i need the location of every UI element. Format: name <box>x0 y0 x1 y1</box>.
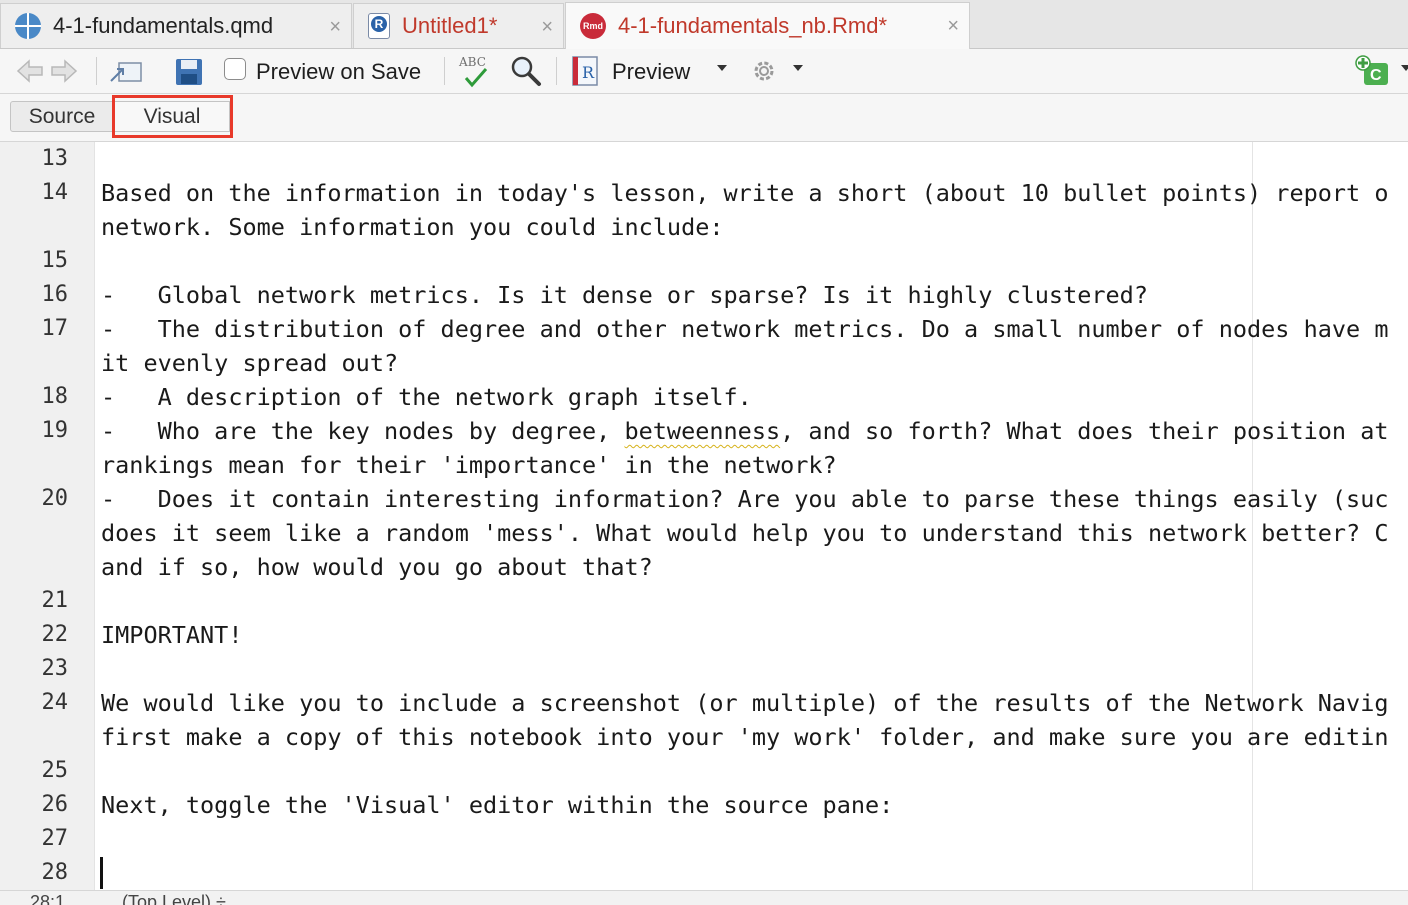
scope-navigator[interactable]: (Top Level) ÷ <box>122 893 226 905</box>
preview-on-save-label[interactable]: Preview on Save <box>256 59 421 85</box>
code-line[interactable]: - A description of the network graph its… <box>101 380 752 414</box>
show-in-window-button[interactable] <box>108 55 144 87</box>
close-icon[interactable]: × <box>541 16 553 39</box>
editor-tab-bar: 4-1-fundamentals.qmd × R Untitled1* × Rm… <box>0 0 1408 49</box>
tab-label: 4-1-fundamentals_nb.Rmd* <box>618 13 888 38</box>
line-number: 25 <box>41 758 69 783</box>
preview-button[interactable]: Preview <box>612 59 690 85</box>
line-number: 22 <box>41 622 69 647</box>
visual-highlight-annotation <box>112 95 233 138</box>
insert-chunk-dropdown-chevron-icon[interactable] <box>1401 65 1408 71</box>
line-number <box>0 550 68 584</box>
settings-dropdown-chevron-icon[interactable] <box>793 65 803 71</box>
line-number <box>0 516 68 550</box>
line-number: 17 <box>41 316 69 341</box>
arrow-right-icon <box>51 59 78 83</box>
tab-label: 4-1-fundamentals.qmd <box>53 13 274 38</box>
editor-mode-bar: Source Visual <box>0 94 1408 142</box>
line-number: 18 <box>41 384 69 409</box>
line-number: 23 <box>41 656 69 681</box>
code-line[interactable]: We would like you to include a screensho… <box>101 686 1389 720</box>
line-number: 16 <box>41 282 69 307</box>
line-number: 28 <box>41 860 69 885</box>
code-line[interactable]: rankings mean for their 'importance' in … <box>101 448 837 482</box>
arrow-left-icon <box>16 59 43 83</box>
code-line[interactable]: Based on the information in today's less… <box>101 176 1389 210</box>
preview-on-save-checkbox[interactable] <box>224 58 246 80</box>
code-line[interactable]: first make a copy of this notebook into … <box>101 720 1389 754</box>
gear-icon <box>754 61 774 81</box>
line-number <box>0 720 68 754</box>
svg-text:C: C <box>1370 67 1382 84</box>
tab-fundamentals-qmd[interactable]: 4-1-fundamentals.qmd × <box>0 3 352 48</box>
spellcheck-button[interactable]: ABC <box>456 52 496 90</box>
line-number <box>0 346 68 380</box>
save-icon <box>176 59 202 85</box>
code-line[interactable]: does it seem like a random 'mess'. What … <box>101 516 1389 550</box>
tab-label: Untitled1* <box>402 13 498 38</box>
settings-button[interactable] <box>748 55 780 87</box>
source-mode-button[interactable]: Source <box>10 101 114 132</box>
save-button[interactable] <box>172 55 206 89</box>
tab-untitled1[interactable]: R Untitled1* × <box>353 3 564 48</box>
code-line[interactable]: - Does it contain interesting informatio… <box>101 482 1389 516</box>
line-number: 24 <box>41 690 69 715</box>
svg-text:R: R <box>582 63 595 82</box>
rmarkdown-icon: Rmd <box>580 13 606 39</box>
insert-chunk-icon: C <box>1355 55 1388 85</box>
line-number <box>0 448 68 482</box>
source-editor[interactable]: 13 14 15 16 17 18 19 20 21 22 23 24 25 2… <box>0 142 1408 890</box>
code-line[interactable]: and if so, how would you go about that? <box>101 550 653 584</box>
close-icon[interactable]: × <box>329 16 341 39</box>
misspelled-word[interactable]: betweenness <box>624 417 780 445</box>
search-icon <box>511 56 541 86</box>
popout-window-icon <box>110 62 142 82</box>
r-script-icon: R <box>368 13 390 39</box>
line-number <box>0 210 68 244</box>
code-line[interactable]: network. Some information you could incl… <box>101 210 724 244</box>
line-number: 14 <box>41 180 69 205</box>
toolbar-separator <box>96 57 97 85</box>
code-line[interactable]: IMPORTANT! <box>101 618 242 652</box>
tab-fundamentals-nb-rmd[interactable]: Rmd 4-1-fundamentals_nb.Rmd* × <box>565 2 970 49</box>
find-replace-button[interactable] <box>508 53 544 89</box>
line-number: 27 <box>41 826 69 851</box>
back-button[interactable] <box>14 55 46 87</box>
close-icon[interactable]: × <box>947 15 959 38</box>
line-number: 13 <box>41 146 69 171</box>
r-notebook-icon: R <box>568 54 600 88</box>
text-cursor <box>100 857 103 889</box>
code-line[interactable]: - Global network metrics. Is it dense or… <box>101 278 1148 312</box>
spellcheck-icon: ABC <box>458 55 488 88</box>
toolbar-separator <box>556 57 557 85</box>
forward-button[interactable] <box>48 55 80 87</box>
editor-toolbar: Preview on Save ABC R Preview C <box>0 49 1408 94</box>
editor-status-bar: 28:1 (Top Level) ÷ <box>0 890 1408 905</box>
line-number: 20 <box>41 486 69 511</box>
line-number: 19 <box>41 418 69 443</box>
code-line[interactable]: - Who are the key nodes by degree, betwe… <box>101 414 1389 448</box>
line-number: 15 <box>41 248 69 273</box>
code-line[interactable]: - The distribution of degree and other n… <box>101 312 1389 346</box>
toolbar-separator <box>444 57 445 85</box>
code-line[interactable]: it evenly spread out? <box>101 346 398 380</box>
preview-dropdown-chevron-icon[interactable] <box>717 65 727 71</box>
quarto-icon <box>15 13 41 39</box>
cursor-position: 28:1 <box>30 892 66 905</box>
insert-chunk-button[interactable]: C <box>1352 54 1396 88</box>
line-number: 26 <box>41 792 69 817</box>
svg-text:ABC: ABC <box>458 55 486 69</box>
code-line[interactable]: Next, toggle the 'Visual' editor within … <box>101 788 893 822</box>
line-number: 21 <box>41 588 69 613</box>
